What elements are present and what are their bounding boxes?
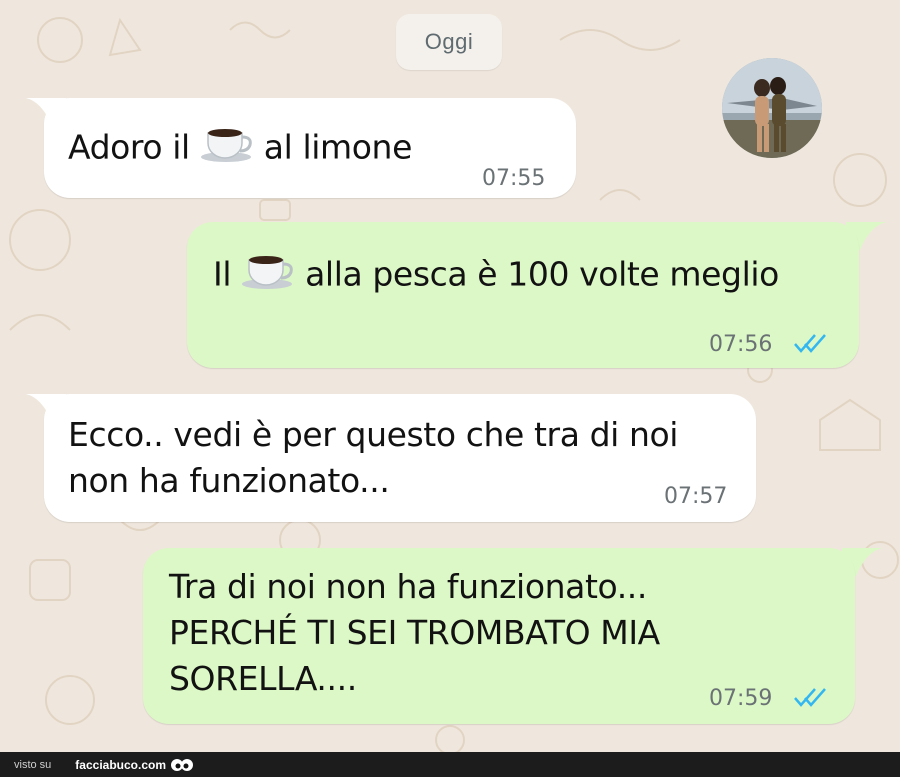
message-text-line: PERCHÉ TI SEI TROMBATO MIA <box>169 613 660 652</box>
message-text-after: al limone <box>263 127 413 167</box>
message-incoming[interactable]: Adoro il al limone 07:55 <box>44 98 576 198</box>
message-text-line: Ecco.. vedi è per questo che tra di noi <box>68 415 679 454</box>
message-text-after: alla pesca è 100 volte meglio <box>305 254 779 294</box>
coffee-icon <box>241 250 295 302</box>
message-incoming[interactable]: Ecco.. vedi è per questo che tra di noi … <box>44 394 756 522</box>
message-text-line: non ha funzionato... <box>68 461 390 500</box>
eyes-logo-icon <box>171 758 193 771</box>
read-ticks-icon <box>794 334 826 353</box>
coffee-icon <box>200 123 254 175</box>
brand-name[interactable]: facciabuco.com <box>75 758 166 772</box>
date-label: Oggi <box>424 29 474 54</box>
message-outgoing[interactable]: Il alla pesca è 100 volte meglio 07:56 <box>187 222 859 368</box>
message-time: 07:57 <box>664 484 728 509</box>
message-time: 07:55 <box>482 166 546 191</box>
read-ticks-icon <box>794 688 826 707</box>
message-text-line: Tra di noi non ha funzionato... <box>169 567 647 606</box>
message-time: 07:56 <box>709 332 773 357</box>
message-text: Adoro il <box>68 127 190 167</box>
message-time: 07:59 <box>709 686 773 711</box>
date-separator: Oggi <box>396 14 502 70</box>
message-outgoing[interactable]: Tra di noi non ha funzionato... PERCHÉ T… <box>143 548 855 724</box>
message-text: Il <box>213 254 232 294</box>
contact-avatar[interactable] <box>722 58 822 158</box>
message-text-line: SORELLA.... <box>169 659 357 698</box>
avatar-photo <box>722 58 822 158</box>
visto-label: visto su <box>14 758 52 771</box>
watermark-bar: visto su facciabuco.com <box>0 752 900 777</box>
